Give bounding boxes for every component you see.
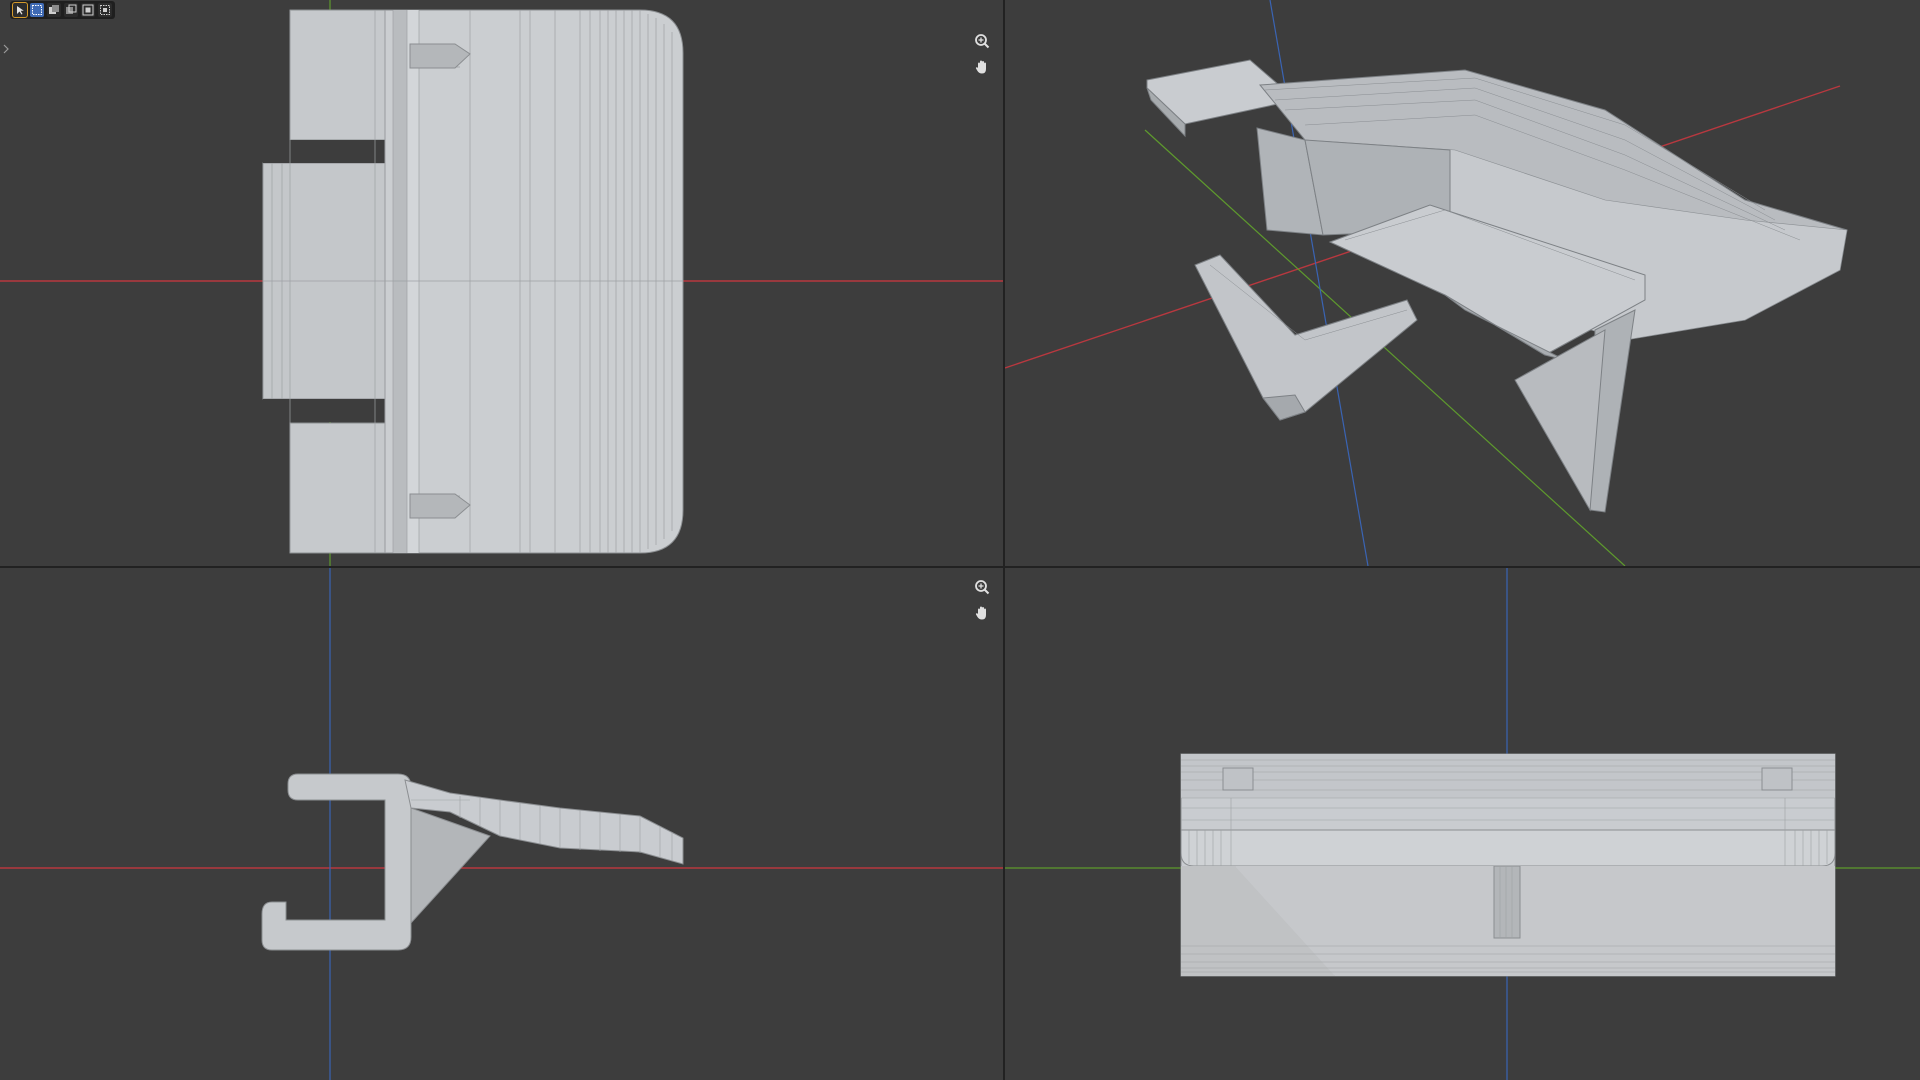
viewport-perspective-view[interactable] [1005,0,1920,566]
select-tool-icon[interactable] [12,2,28,18]
pan-hand-icon[interactable] [971,56,993,78]
pan-hand-icon[interactable] [971,602,993,624]
viewport-divider-vertical[interactable] [1003,0,1005,1080]
select-box-subtract-icon[interactable] [64,3,78,17]
mesh-side-view [261,773,684,951]
mesh-top-view [262,9,684,554]
viewport-side-view[interactable] [0,568,1003,1080]
toolbar-expand-chevron-icon[interactable] [2,44,10,54]
select-mode-toolbar [10,1,115,19]
select-box-difference-icon[interactable] [81,3,95,17]
viewport-divider-horizontal[interactable] [0,566,1920,568]
viewport-top-view[interactable] [0,0,1003,566]
select-box-new-icon[interactable] [30,3,44,17]
zoom-icon[interactable] [971,30,993,52]
select-box-extend-icon[interactable] [47,3,61,17]
select-box-intersect-icon[interactable] [98,3,112,17]
zoom-icon[interactable] [971,576,993,598]
mesh-perspective-view [1146,59,1848,513]
viewport-front-view[interactable] [1005,568,1920,1080]
mesh-front-view [1180,753,1836,977]
